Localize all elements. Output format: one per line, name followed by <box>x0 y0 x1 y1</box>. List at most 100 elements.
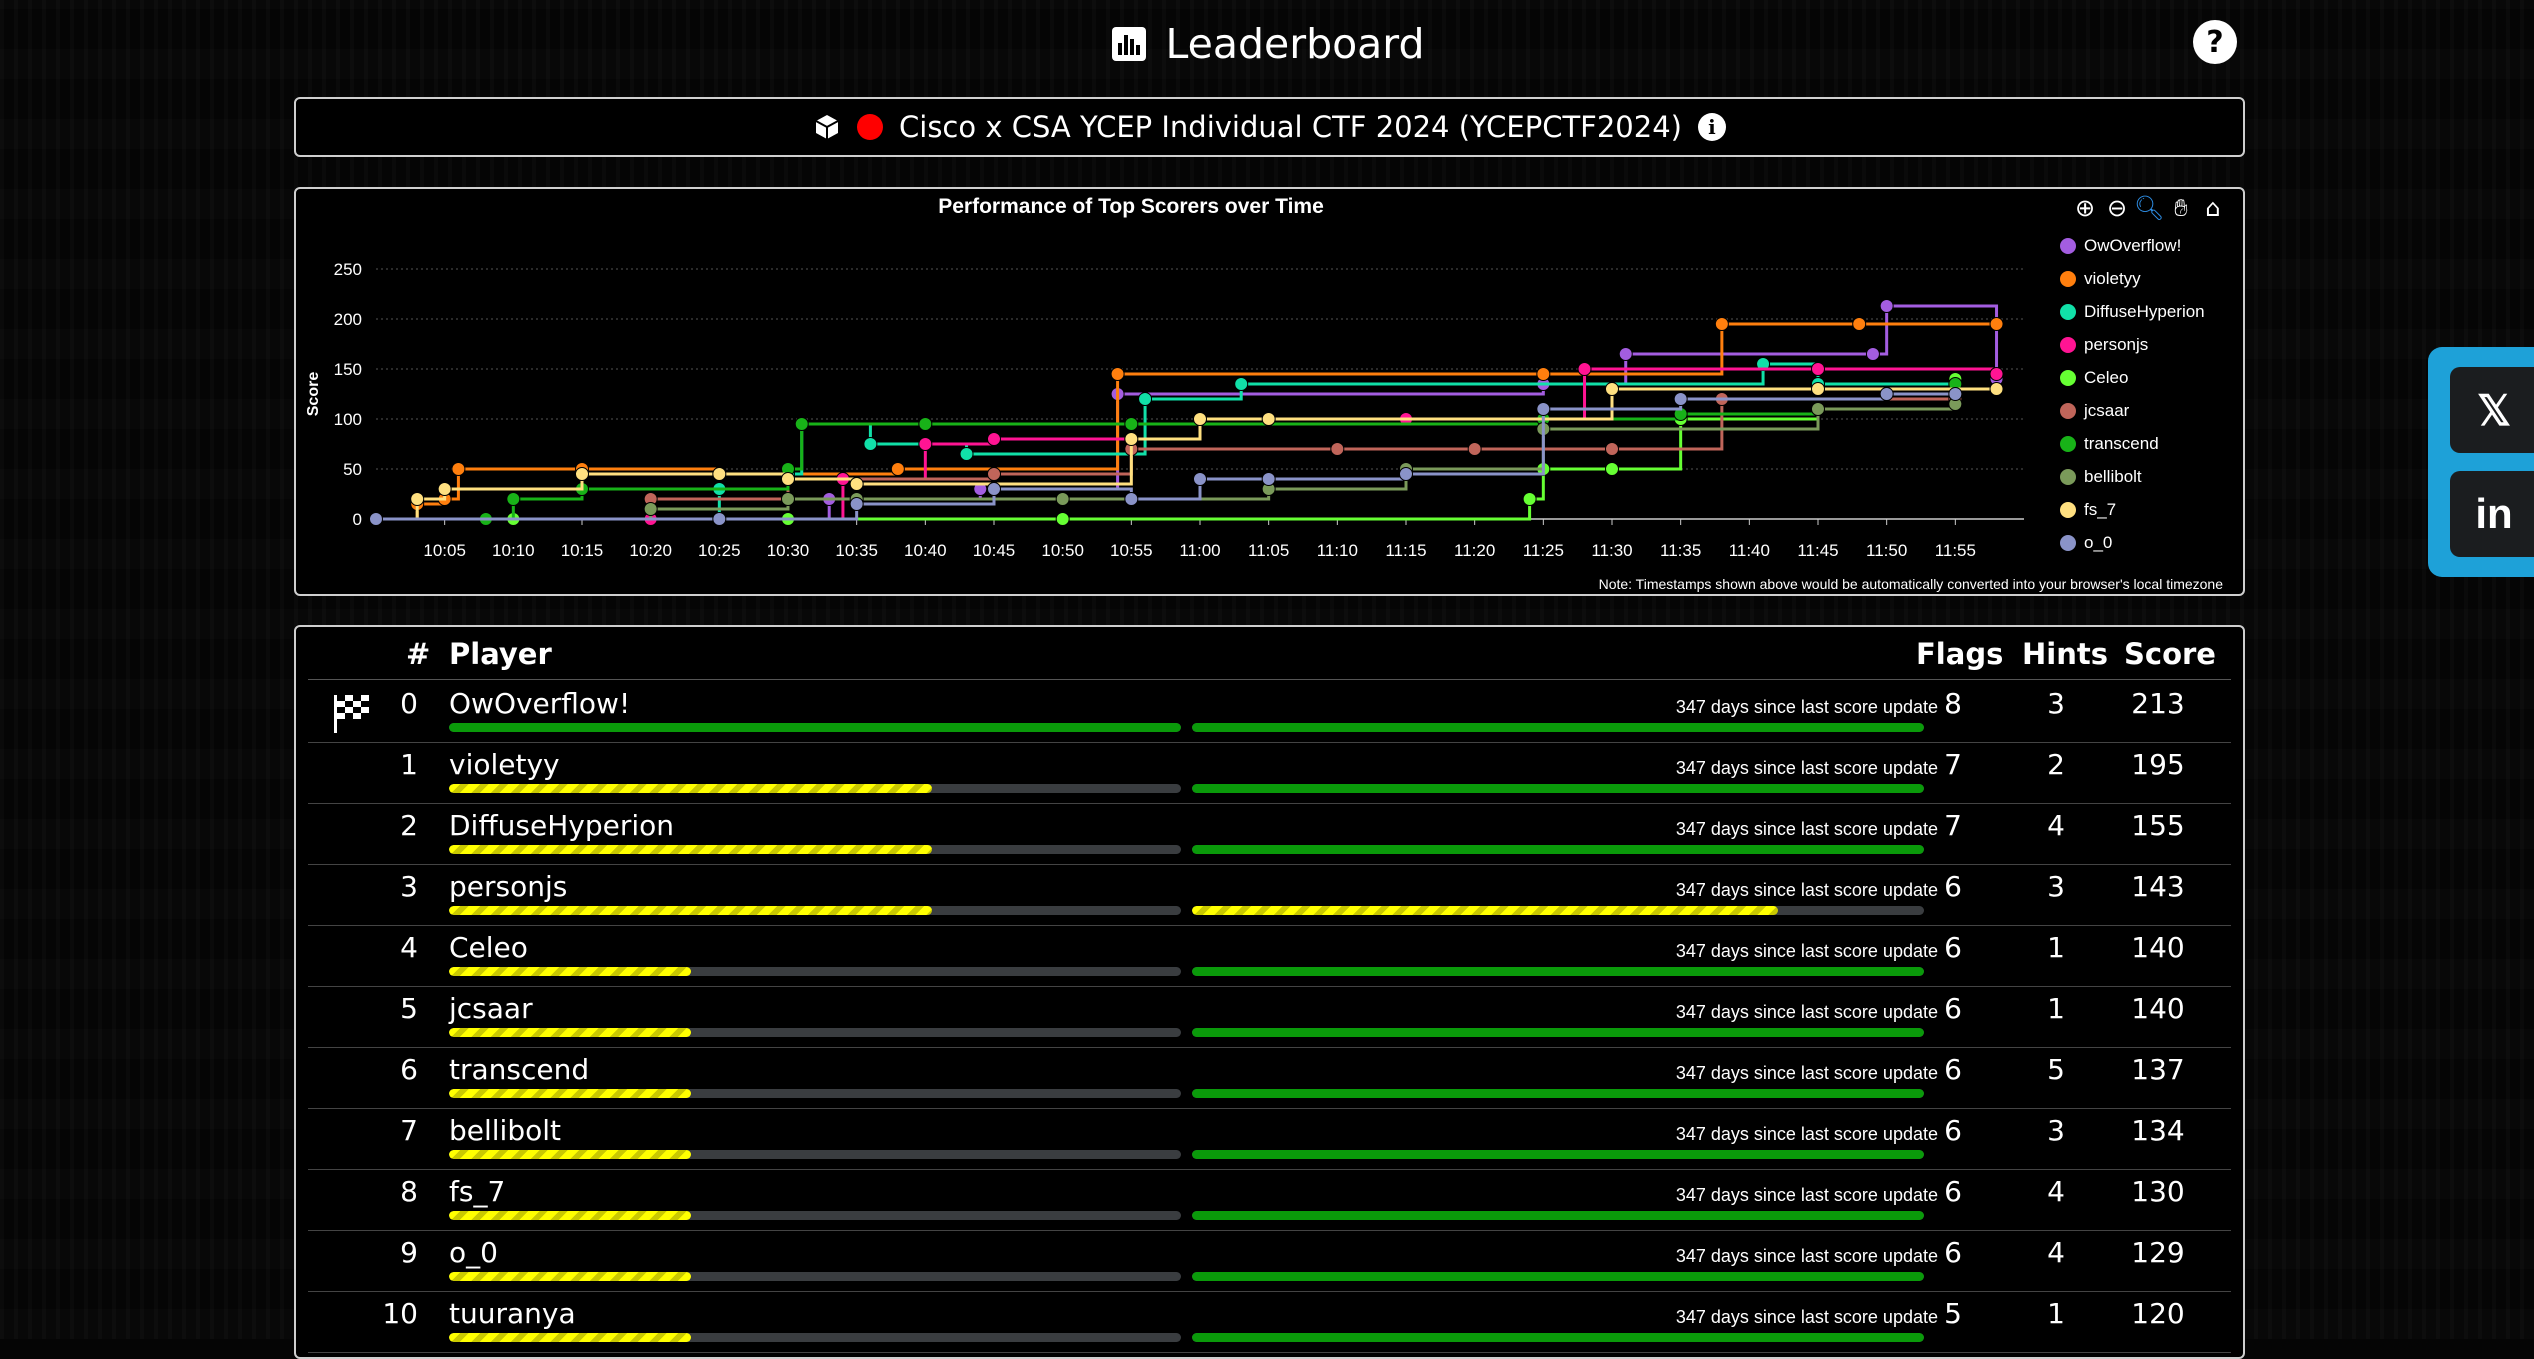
data-point <box>1467 442 1482 456</box>
legend-item[interactable]: bellibolt <box>2060 460 2205 493</box>
flags-header[interactable]: Flags <box>1916 637 2003 671</box>
legend-item[interactable]: DiffuseHyperion <box>2060 295 2205 328</box>
player-header[interactable]: Player <box>449 637 552 671</box>
legend-label: bellibolt <box>2084 466 2142 486</box>
legend-item[interactable]: transcend <box>2060 427 2205 460</box>
legend-item[interactable]: OwOverflow! <box>2060 229 2205 262</box>
data-point <box>1536 367 1551 381</box>
data-point <box>643 502 658 516</box>
player-name-link[interactable]: fs_7 <box>449 1175 505 1208</box>
y-tick-label: 100 <box>334 410 362 429</box>
player-name-link[interactable]: o_0 <box>449 1236 498 1269</box>
data-point <box>1865 347 1880 361</box>
legend-item[interactable]: fs_7 <box>2060 493 2205 526</box>
flags-cell: 6 <box>1944 1236 1962 1269</box>
progress-bar-secondary <box>1192 1272 1924 1281</box>
data-point <box>369 512 383 526</box>
legend-item[interactable]: Celeo <box>2060 361 2205 394</box>
player-name-link[interactable]: OwOverflow! <box>449 687 630 720</box>
zoom-out-icon[interactable]: ⊖ <box>2104 194 2130 222</box>
legend-marker <box>2060 303 2076 320</box>
table-row[interactable]: 10 tuuranya 347 days since last score upda… <box>308 1291 2231 1353</box>
data-point <box>781 472 795 486</box>
help-button[interactable]: ? <box>2193 20 2237 64</box>
score-cell: 120 <box>2131 1297 2185 1330</box>
flags-cell: 6 <box>1944 870 1962 903</box>
table-row[interactable]: 0 OwOverflow! 347 days since last score up… <box>308 681 2231 743</box>
table-row[interactable]: 4 Celeo 347 days since last score update 6 1… <box>308 925 2231 987</box>
y-tick-label: 0 <box>353 510 362 529</box>
x-tick-label: 11:40 <box>1729 541 1770 560</box>
x-tick-label: 10:05 <box>423 541 466 560</box>
chart-plot[interactable]: 0 50 100 150 200 250 10:05 10:10 10:15 10:20 10:25… <box>296 189 2243 594</box>
linkedin-share-button[interactable]: in <box>2450 471 2534 557</box>
selection-zoom-icon[interactable]: 🔍︎ <box>2134 194 2164 222</box>
data-point <box>1811 362 1825 376</box>
event-selector[interactable]: Cisco x CSA YCEP Individual CTF 2024 (YC… <box>294 97 2245 157</box>
data-point <box>863 437 878 451</box>
legend-marker <box>2060 435 2076 452</box>
player-name-link[interactable]: jcsaar <box>449 992 533 1025</box>
data-point <box>890 462 905 476</box>
table-row[interactable]: 8 fs_7 347 days since last score update 6 4 1… <box>308 1169 2231 1231</box>
x-share-button[interactable]: 𝕏 <box>2450 367 2534 453</box>
rank-cell: 1 <box>400 748 418 781</box>
flags-cell: 8 <box>1944 687 1962 720</box>
data-point <box>918 437 933 451</box>
player-name-link[interactable]: violetyy <box>449 748 560 781</box>
player-name-link[interactable]: bellibolt <box>449 1114 561 1147</box>
last-update-text: 347 days since last score update <box>1675 1063 1938 1083</box>
hints-header[interactable]: Hints <box>2022 637 2108 671</box>
data-point <box>1261 472 1276 486</box>
progress-bar-primary <box>449 723 1181 732</box>
legend-label: violetyy <box>2084 268 2141 288</box>
x-tick-label: 10:35 <box>835 541 878 560</box>
data-point <box>1193 412 1207 426</box>
hints-cell: 1 <box>2047 931 2065 964</box>
hints-cell: 1 <box>2047 992 2065 1025</box>
progress-bar-primary <box>449 906 1181 915</box>
table-row[interactable]: 1 violetyy 347 days since last score updat… <box>308 742 2231 804</box>
info-icon[interactable]: i <box>1697 113 1726 141</box>
player-name-link[interactable]: transcend <box>449 1053 589 1086</box>
flags-cell: 6 <box>1944 1114 1962 1147</box>
data-point <box>1261 412 1276 426</box>
legend-item[interactable]: personjs <box>2060 328 2205 361</box>
table-row[interactable]: 3 personjs 347 days since last score updat… <box>308 864 2231 926</box>
x-tick-label: 11:05 <box>1248 541 1289 560</box>
zoom-in-icon[interactable]: ⊕ <box>2072 194 2098 222</box>
legend-item[interactable]: violetyy <box>2060 262 2205 295</box>
legend-label: personjs <box>2084 334 2149 354</box>
score-header[interactable]: Score <box>2124 637 2216 671</box>
legend-marker <box>2060 501 2076 518</box>
table-row[interactable]: 7 bellibolt 347 days since last score upda… <box>308 1108 2231 1170</box>
pan-icon[interactable]: ✋︎ <box>2168 194 2194 222</box>
data-point <box>1234 377 1249 391</box>
x-tick-label: 11:20 <box>1454 541 1495 560</box>
x-tick-label: 11:30 <box>1591 541 1632 560</box>
player-name-link[interactable]: tuuranya <box>449 1297 576 1330</box>
data-point <box>1193 472 1207 486</box>
legend-item[interactable]: jcsaar <box>2060 394 2205 427</box>
table-row[interactable]: 9 o_0 347 days since last score update 6 4 12… <box>308 1230 2231 1292</box>
data-point <box>918 417 933 431</box>
legend-item[interactable]: o_0 <box>2060 526 2205 559</box>
data-point <box>712 467 727 481</box>
table-row[interactable]: 2 DiffuseHyperion 347 days since last scor… <box>308 803 2231 865</box>
hints-cell: 3 <box>2047 1114 2065 1147</box>
player-name-link[interactable]: personjs <box>449 870 567 903</box>
data-point <box>1673 392 1688 406</box>
player-name-link[interactable]: Celeo <box>449 931 528 964</box>
progress-bar-secondary <box>1192 784 1924 793</box>
progress-bar-primary <box>449 1150 1181 1159</box>
x-tick-label: 10:30 <box>767 541 810 560</box>
rank-cell: 6 <box>400 1053 418 1086</box>
table-row[interactable]: 5 jcsaar 347 days since last score update 6… <box>308 986 2231 1048</box>
legend-marker <box>2060 468 2076 485</box>
table-row[interactable]: 6 transcend 347 days since last score upda… <box>308 1047 2231 1109</box>
legend-label: Celeo <box>2084 367 2129 387</box>
home-icon[interactable]: ⌂ <box>2200 194 2226 222</box>
hints-cell: 4 <box>2047 1175 2065 1208</box>
rank-cell: 8 <box>400 1175 418 1208</box>
player-name-link[interactable]: DiffuseHyperion <box>449 809 674 842</box>
